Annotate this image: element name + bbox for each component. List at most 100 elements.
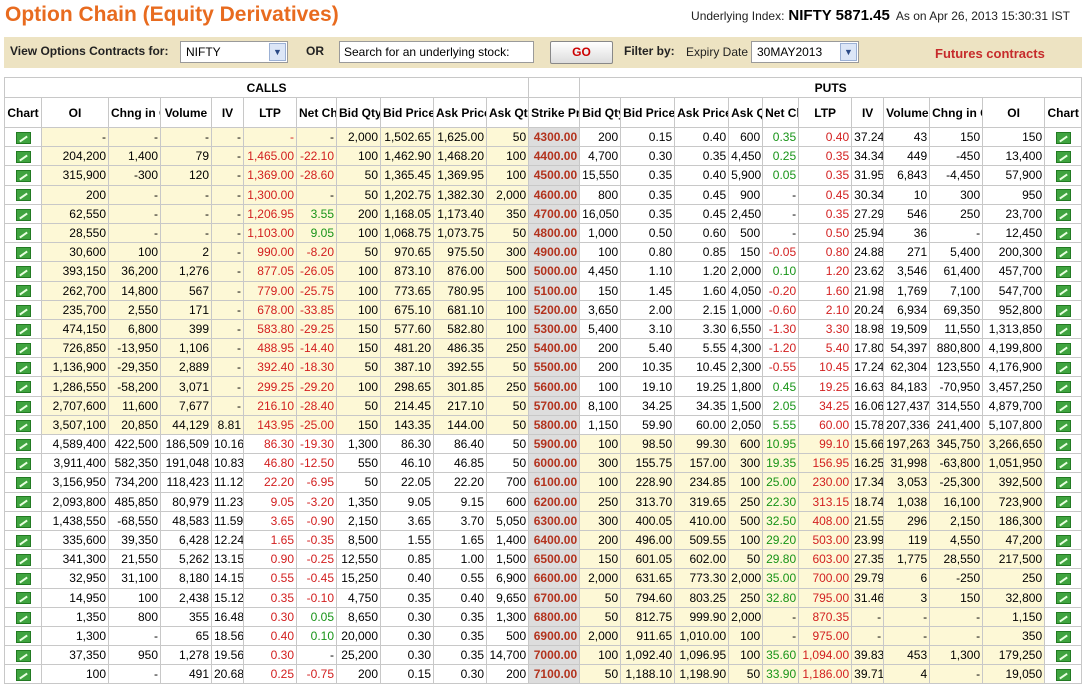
calls-ltp-cell[interactable]: 990.00 — [243, 242, 297, 263]
chart-icon[interactable] — [1055, 496, 1071, 509]
calls-ltp-cell[interactable]: 1,103.00 — [243, 222, 297, 244]
chart-icon[interactable] — [15, 649, 31, 662]
chart-icon[interactable] — [15, 304, 31, 317]
chart-icon[interactable] — [1055, 342, 1071, 355]
expiry-date-select[interactable]: 30MAY2013 ▼ — [751, 41, 859, 63]
strike-price-cell[interactable]: 6600.00 — [528, 568, 581, 589]
calls-ltp-cell[interactable]: 22.20 — [243, 472, 297, 493]
strike-price-cell[interactable]: 7100.00 — [528, 664, 581, 685]
strike-price-cell[interactable]: 5800.00 — [528, 414, 581, 436]
calls-ltp-cell[interactable]: 0.55 — [243, 568, 297, 589]
stock-search-input[interactable] — [339, 41, 534, 63]
chart-icon[interactable] — [15, 496, 31, 509]
strike-price-cell[interactable]: 4300.00 — [528, 126, 581, 148]
strike-price-cell[interactable]: 5300.00 — [528, 318, 581, 340]
calls-ltp-cell[interactable]: 1,300.00 — [243, 184, 297, 205]
strike-price-cell[interactable]: 5700.00 — [528, 395, 581, 416]
puts-ltp-cell[interactable]: 0.80 — [798, 242, 853, 263]
puts-ltp-cell[interactable]: 0.35 — [798, 165, 853, 186]
puts-ltp-cell[interactable]: 1.20 — [798, 261, 853, 282]
puts-ltp-cell[interactable]: 503.00 — [798, 529, 853, 551]
calls-ltp-cell[interactable]: 0.30 — [243, 606, 297, 627]
chart-icon[interactable] — [1055, 304, 1071, 317]
strike-price-cell[interactable]: 6800.00 — [528, 606, 581, 627]
puts-ltp-cell[interactable]: 230.00 — [798, 472, 853, 493]
futures-contracts-link[interactable]: Futures contracts — [935, 46, 1045, 61]
chart-icon[interactable] — [1055, 630, 1071, 643]
calls-ltp-cell[interactable]: 216.10 — [243, 395, 297, 416]
chart-icon[interactable] — [1055, 266, 1071, 279]
chart-icon[interactable] — [15, 323, 31, 336]
calls-ltp-cell[interactable]: 1.65 — [243, 529, 297, 551]
puts-ltp-cell[interactable]: 2.10 — [798, 299, 853, 320]
chart-icon[interactable] — [15, 534, 31, 547]
chart-icon[interactable] — [1055, 554, 1071, 567]
puts-ltp-cell[interactable]: 1,094.00 — [798, 645, 853, 666]
chart-icon[interactable] — [15, 400, 31, 413]
chart-icon[interactable] — [15, 592, 31, 605]
instrument-select[interactable]: NIFTY ▼ — [180, 41, 288, 63]
puts-ltp-cell[interactable]: 0.40 — [798, 126, 853, 148]
chart-icon[interactable] — [15, 170, 31, 183]
calls-ltp-cell[interactable]: 488.95 — [243, 338, 297, 359]
calls-ltp-cell[interactable]: - — [243, 126, 297, 148]
chart-icon[interactable] — [15, 362, 31, 375]
puts-ltp-cell[interactable]: 0.35 — [798, 203, 853, 224]
puts-ltp-cell[interactable]: 5.40 — [798, 338, 853, 359]
strike-price-cell[interactable]: 6300.00 — [528, 510, 581, 531]
strike-price-cell[interactable]: 4500.00 — [528, 165, 581, 186]
puts-ltp-cell[interactable]: 313.15 — [798, 491, 853, 512]
chart-icon[interactable] — [1055, 227, 1071, 240]
puts-ltp-cell[interactable]: 3.30 — [798, 318, 853, 340]
chart-icon[interactable] — [1055, 285, 1071, 298]
calls-ltp-cell[interactable]: 1,465.00 — [243, 146, 297, 167]
strike-price-cell[interactable]: 5500.00 — [528, 357, 581, 378]
chart-icon[interactable] — [1055, 573, 1071, 586]
chart-icon[interactable] — [15, 458, 31, 471]
strike-price-cell[interactable]: 6900.00 — [528, 625, 581, 647]
puts-ltp-cell[interactable]: 1,186.00 — [798, 664, 853, 685]
chart-icon[interactable] — [1055, 362, 1071, 375]
chart-icon[interactable] — [15, 381, 31, 394]
calls-ltp-cell[interactable]: 1,369.00 — [243, 165, 297, 186]
strike-price-cell[interactable]: 6000.00 — [528, 453, 581, 474]
puts-ltp-cell[interactable]: 795.00 — [798, 587, 853, 608]
chart-icon[interactable] — [15, 419, 31, 432]
puts-ltp-cell[interactable]: 0.45 — [798, 184, 853, 205]
calls-ltp-cell[interactable]: 877.05 — [243, 261, 297, 282]
chart-icon[interactable] — [15, 247, 31, 260]
chart-icon[interactable] — [15, 515, 31, 528]
strike-price-cell[interactable]: 4700.00 — [528, 203, 581, 224]
puts-ltp-cell[interactable]: 156.95 — [798, 453, 853, 474]
puts-ltp-cell[interactable]: 975.00 — [798, 625, 853, 647]
chart-icon[interactable] — [1055, 247, 1071, 260]
puts-ltp-cell[interactable]: 99.10 — [798, 433, 853, 455]
chart-icon[interactable] — [1055, 438, 1071, 451]
chart-icon[interactable] — [15, 611, 31, 624]
chart-icon[interactable] — [15, 151, 31, 164]
calls-ltp-cell[interactable]: 0.35 — [243, 587, 297, 608]
chart-icon[interactable] — [1055, 170, 1071, 183]
chart-icon[interactable] — [1055, 669, 1071, 682]
chart-icon[interactable] — [15, 669, 31, 682]
calls-ltp-cell[interactable]: 0.40 — [243, 625, 297, 647]
chevron-down-icon[interactable]: ▼ — [840, 43, 857, 61]
calls-ltp-cell[interactable]: 299.25 — [243, 376, 297, 397]
chart-icon[interactable] — [1055, 189, 1071, 202]
calls-ltp-cell[interactable]: 0.90 — [243, 549, 297, 570]
chart-icon[interactable] — [1055, 534, 1071, 547]
chart-icon[interactable] — [15, 285, 31, 298]
calls-ltp-cell[interactable]: 779.00 — [243, 280, 297, 301]
puts-ltp-cell[interactable]: 603.00 — [798, 549, 853, 570]
chart-icon[interactable] — [1055, 400, 1071, 413]
strike-price-cell[interactable]: 6200.00 — [528, 491, 581, 512]
chevron-down-icon[interactable]: ▼ — [269, 43, 286, 61]
puts-ltp-cell[interactable]: 1.60 — [798, 280, 853, 301]
strike-price-cell[interactable]: 4400.00 — [528, 146, 581, 167]
chart-icon[interactable] — [15, 342, 31, 355]
calls-ltp-cell[interactable]: 46.80 — [243, 453, 297, 474]
chart-icon[interactable] — [1055, 323, 1071, 336]
strike-price-cell[interactable]: 4800.00 — [528, 222, 581, 244]
calls-ltp-cell[interactable]: 1,206.95 — [243, 203, 297, 224]
chart-icon[interactable] — [1055, 611, 1071, 624]
